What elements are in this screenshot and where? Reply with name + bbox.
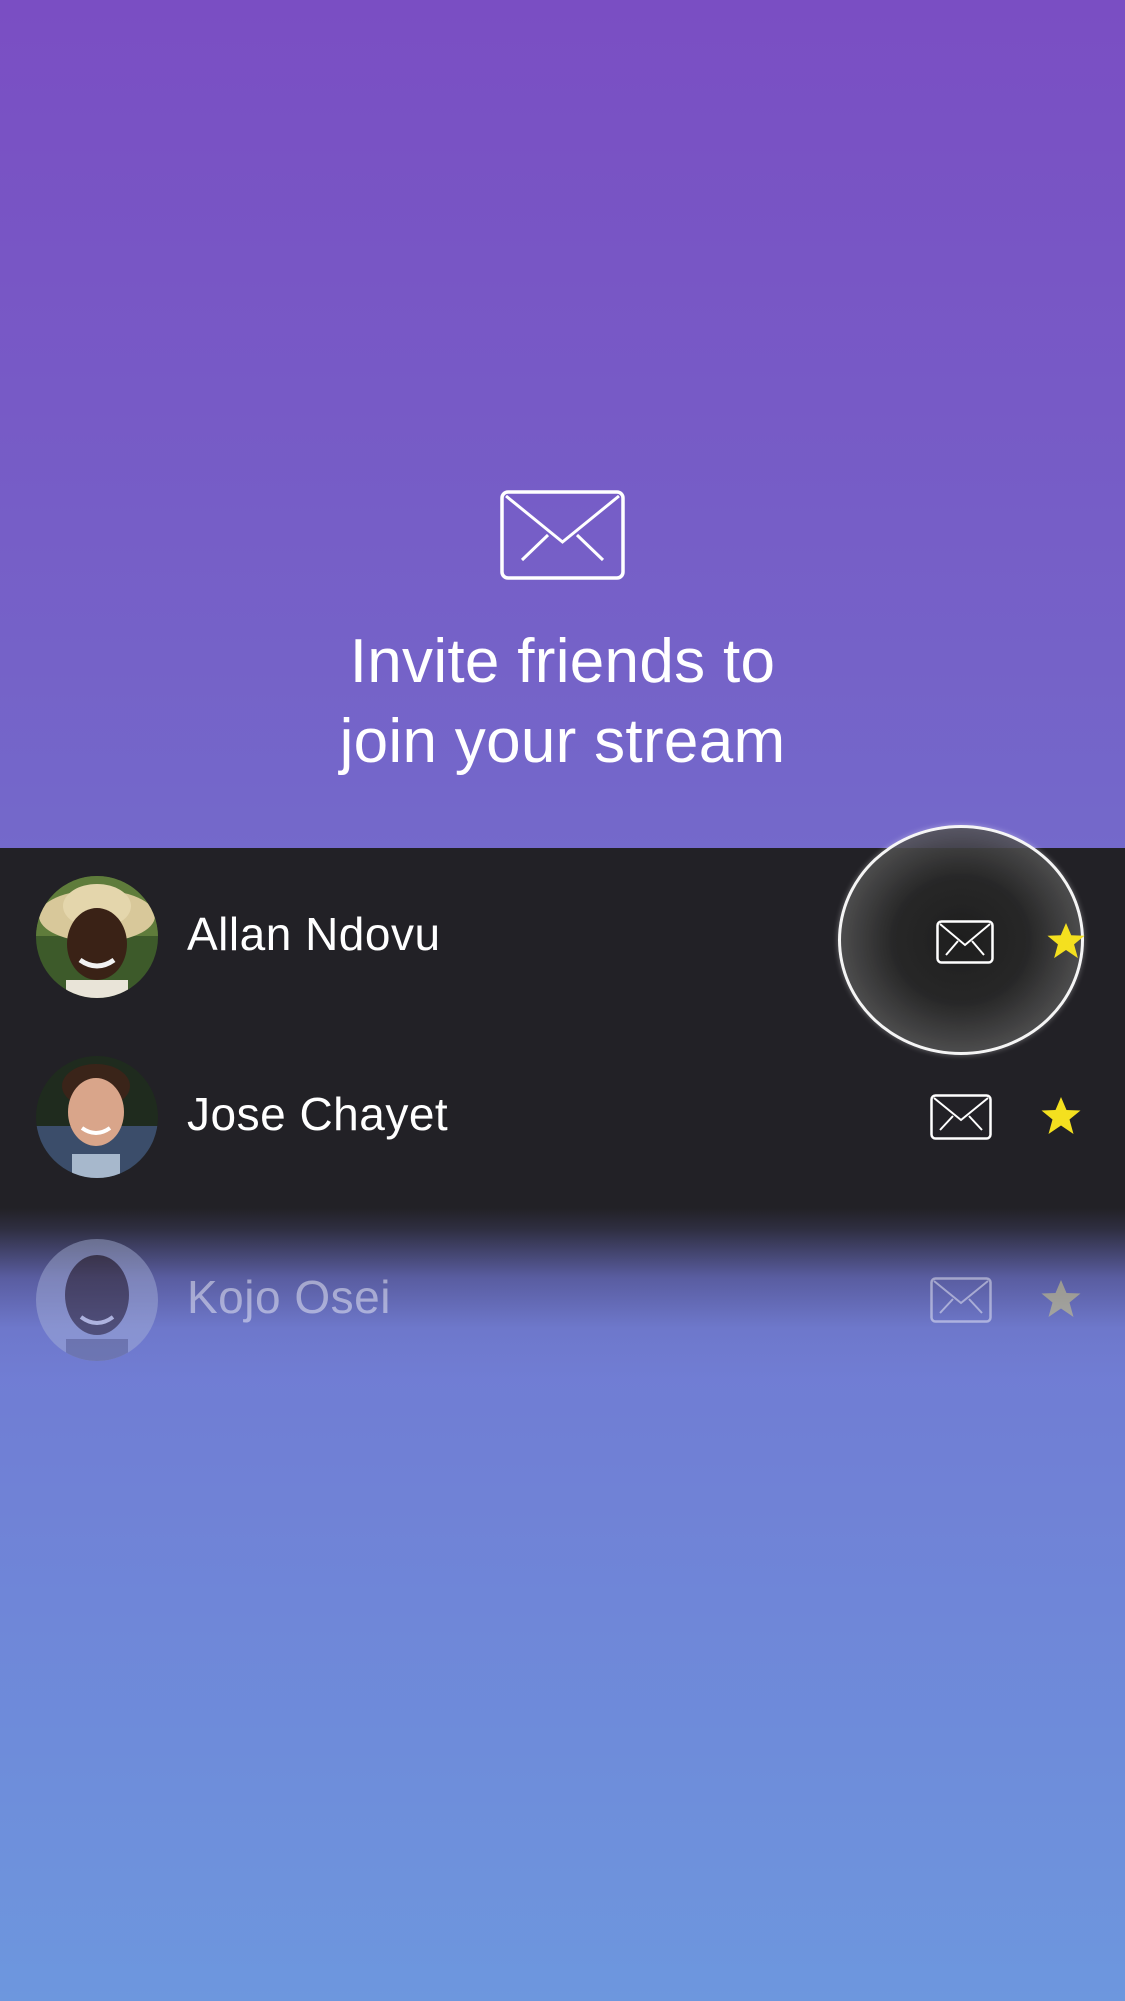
- avatar: [36, 1239, 158, 1361]
- contact-name: Allan Ndovu: [187, 908, 441, 960]
- envelope-icon[interactable]: [936, 920, 994, 964]
- invite-header: Invite friends to join your stream: [0, 0, 1125, 848]
- page-title-line-2: join your stream: [339, 707, 786, 776]
- envelope-icon[interactable]: [930, 1094, 992, 1140]
- star-icon[interactable]: [1040, 1096, 1082, 1136]
- contact-name: Jose Chayet: [187, 1088, 449, 1140]
- contact-row[interactable]: Kojo Osei: [0, 1211, 1125, 1381]
- page-title: Invite friends to join your stream: [0, 622, 1125, 782]
- page-title-line-1: Invite friends to: [349, 627, 776, 696]
- star-icon[interactable]: [1046, 922, 1086, 960]
- envelope-icon: [500, 490, 625, 580]
- star-icon[interactable]: [1040, 1279, 1082, 1319]
- contact-name: Kojo Osei: [187, 1271, 391, 1323]
- avatar: [36, 1056, 158, 1178]
- envelope-icon[interactable]: [930, 1277, 992, 1323]
- avatar: [36, 876, 158, 998]
